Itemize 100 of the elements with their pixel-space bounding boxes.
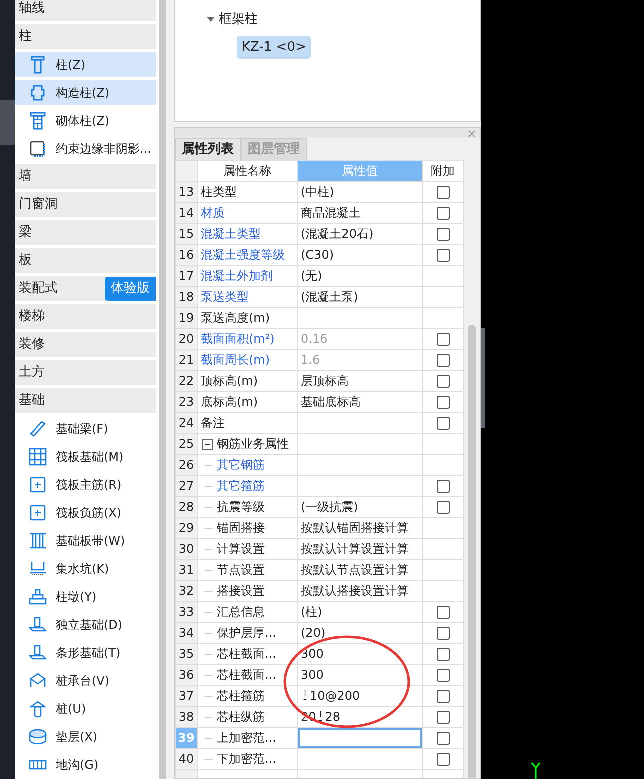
cylinder-icon	[29, 728, 47, 746]
grid-icon	[29, 448, 47, 466]
collapse-icon[interactable]	[202, 438, 213, 450]
property-name: 底标高(m)	[201, 394, 258, 411]
row-number: 34	[176, 622, 198, 644]
sidebar-group[interactable]: 轴线	[15, 0, 156, 21]
row-number: 33	[176, 602, 198, 622]
square-icon	[29, 504, 47, 522]
property-value: (一级抗震)	[298, 496, 422, 518]
checkbox[interactable]	[436, 606, 450, 618]
sidebar-item[interactable]: 垫层(X)	[15, 724, 156, 749]
checkbox[interactable]	[436, 648, 450, 660]
pile-icon	[29, 700, 47, 718]
checkbox[interactable]	[436, 710, 450, 724]
sidebar-group[interactable]: 板	[15, 248, 156, 273]
property-value: 层顶标高	[298, 370, 422, 392]
row-number: 17	[176, 266, 198, 286]
sidebar-item[interactable]: 筏板主筋(R)	[15, 472, 156, 497]
sidebar-group[interactable]: 土方	[15, 360, 156, 385]
sidebar-item[interactable]: 集水坑(K)	[15, 556, 156, 581]
property-name: 芯柱纵筋	[217, 709, 265, 726]
sidebar-item[interactable]: 筏板基础(M)	[15, 444, 156, 469]
sidebar-group[interactable]: 装修	[15, 332, 156, 357]
row-number: 40	[176, 748, 198, 770]
sidebar-item[interactable]: 桩(U)	[15, 696, 156, 721]
scrollbar-thumb[interactable]	[468, 325, 476, 778]
checkbox[interactable]	[436, 354, 450, 366]
property-value: 按默认锚固搭接计算	[298, 518, 422, 538]
checkbox[interactable]	[436, 396, 450, 408]
property-name: 保护层厚...	[217, 625, 276, 642]
sidebar-group[interactable]: 柱	[15, 24, 156, 49]
sidebar-group[interactable]: 门窗洞	[15, 192, 156, 217]
sidebar-item[interactable]: 构造柱(Z)	[15, 80, 156, 105]
sidebar-item[interactable]: 约束边缘非阴影...	[15, 136, 156, 161]
group-label: 基础	[19, 392, 45, 410]
checkbox[interactable]	[436, 416, 450, 430]
checkbox[interactable]	[436, 732, 450, 744]
sidebar-item[interactable]: 桩承台(V)	[15, 668, 156, 693]
row-number: 30	[176, 538, 198, 560]
property-value: (无)	[298, 266, 422, 286]
checkbox[interactable]	[436, 186, 450, 198]
sidebar-item[interactable]: 地沟(G)	[15, 752, 156, 777]
property-value: (20)	[298, 622, 422, 644]
checkbox[interactable]	[436, 626, 450, 640]
trial-badge: 体验版	[105, 277, 156, 301]
property-name: 顶标高(m)	[201, 373, 258, 390]
sidebar-group[interactable]: 墙	[15, 164, 156, 189]
sidebar-group[interactable]: 楼梯	[15, 304, 156, 329]
checkbox[interactable]	[436, 374, 450, 388]
column-header[interactable]: 属性名称	[198, 160, 298, 182]
row-number: 20	[176, 328, 198, 350]
brick-column-icon	[29, 112, 47, 130]
property-value: 0.16	[298, 328, 422, 350]
property-name: 备注	[201, 415, 225, 432]
sidebar-group[interactable]: 梁	[15, 220, 156, 245]
property-name: 下加密范...	[217, 751, 276, 768]
property-name: 芯柱截面...	[217, 646, 276, 663]
sidebar-group[interactable]: 基础	[15, 388, 156, 413]
checkbox[interactable]	[436, 752, 450, 766]
checkbox[interactable]	[436, 248, 450, 262]
sidebar-group[interactable]: 装配式 体验版	[15, 276, 156, 301]
checkbox[interactable]	[436, 668, 450, 682]
sidebar-item[interactable]: 基础板带(W)	[15, 528, 156, 553]
panel-tab[interactable]: 属性列表	[175, 138, 241, 160]
checkbox[interactable]	[436, 480, 450, 492]
sidebar-item[interactable]: 筏板负筋(X)	[15, 500, 156, 525]
collapse-handle[interactable]	[481, 328, 485, 428]
value-input-field[interactable]	[298, 728, 422, 748]
expand-triangle-icon[interactable]	[207, 16, 215, 24]
square-icon	[29, 140, 47, 158]
sidebar-item[interactable]: 砌体柱(Z)	[15, 108, 156, 133]
tree-item[interactable]: KZ-1 <0>	[237, 36, 312, 59]
row-number: 15	[176, 224, 198, 244]
column-header[interactable]: 附加	[422, 160, 464, 182]
property-value: 按默认节点设置计算	[298, 560, 422, 580]
row-number: 27	[176, 476, 198, 496]
checkbox[interactable]	[436, 690, 450, 702]
row-number: 36	[176, 664, 198, 686]
group-label: 柱	[19, 28, 32, 46]
property-value: 按默认计算设置计算	[298, 538, 422, 560]
checkbox[interactable]	[436, 206, 450, 220]
row-number: 26	[176, 454, 198, 476]
row-number: 19	[176, 308, 198, 328]
row-number: 38	[176, 706, 198, 728]
sidebar-item[interactable]: 基础梁(F)	[15, 416, 156, 441]
pier-icon	[29, 588, 47, 606]
checkbox[interactable]	[436, 332, 450, 346]
row-number: 24	[176, 412, 198, 434]
checkbox[interactable]	[436, 500, 450, 514]
property-value: (柱)	[298, 602, 422, 622]
sidebar-item[interactable]: 独立基础(D)	[15, 612, 156, 637]
square-icon	[29, 476, 47, 494]
property-name: 芯柱截面...	[217, 667, 276, 684]
tree-node[interactable]: 框架柱	[207, 10, 480, 30]
property-name: 抗震等级	[217, 499, 265, 516]
sidebar-item[interactable]: 条形基础(T)	[15, 640, 156, 665]
sidebar-item[interactable]: 柱墩(Y)	[15, 584, 156, 609]
checkbox[interactable]	[436, 228, 450, 240]
sidebar-item[interactable]: 柱(Z)	[15, 52, 156, 77]
row-number: 35	[176, 644, 198, 664]
